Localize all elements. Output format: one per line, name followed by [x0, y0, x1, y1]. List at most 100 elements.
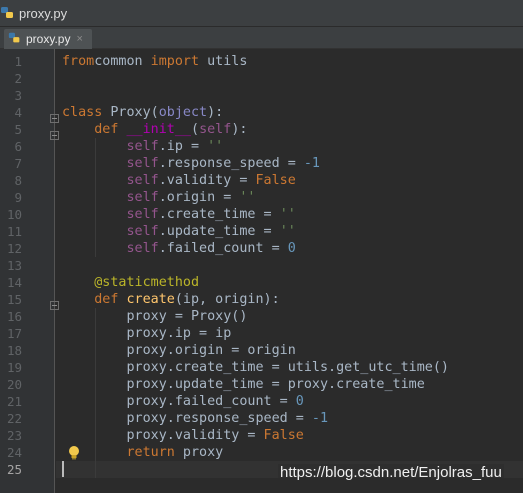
code-token: -1	[303, 156, 320, 171]
code-token: .failed_count =	[158, 241, 288, 256]
code-token: -1	[311, 411, 329, 426]
code-token: self	[126, 156, 159, 171]
code-line: return proxy	[62, 444, 224, 461]
code-line: proxy.response_speed = -1	[62, 410, 328, 427]
code-line: self.ip = ''	[62, 138, 224, 155]
code-token: .origin =	[158, 190, 240, 205]
code-token: proxy.failed_count =	[62, 394, 296, 409]
fold-icon[interactable]	[50, 125, 59, 140]
line-number: 22	[6, 411, 22, 426]
code-token: self	[126, 207, 159, 222]
code-token: class	[62, 105, 103, 120]
code-token: (	[191, 122, 200, 137]
code-token: def	[94, 292, 119, 307]
code-line: proxy.ip = ip	[62, 325, 231, 342]
code-token: .create_time =	[158, 207, 280, 222]
line-number: 23	[6, 428, 22, 443]
code-token: __init__	[126, 122, 192, 137]
line-number: 24	[6, 445, 22, 460]
line-number: 7	[14, 156, 22, 171]
code-token: object	[158, 105, 208, 120]
fold-icon[interactable]	[50, 108, 59, 123]
line-number: 12	[6, 241, 22, 256]
line-number: 19	[6, 360, 22, 375]
line-number: 20	[6, 377, 22, 392]
code-token: self	[126, 139, 159, 154]
code-token: proxy.validity =	[62, 428, 264, 443]
line-number: 13	[6, 258, 22, 273]
code-token: False	[263, 428, 304, 443]
fold-icon[interactable]	[50, 295, 59, 310]
line-number: 10	[6, 207, 22, 222]
code-line: def __init__(self):	[62, 121, 247, 138]
line-number: 8	[14, 173, 22, 188]
line-number: 4	[14, 105, 22, 120]
code-token: proxy.ip = ip	[62, 326, 232, 341]
code-line: self.create_time = ''	[62, 206, 296, 223]
code-line: proxy.update_time = proxy.create_time	[62, 376, 424, 393]
code-token: .ip =	[158, 139, 208, 154]
code-token: Proxy(	[102, 105, 159, 120]
line-number: 9	[14, 190, 22, 205]
line-number: 14	[6, 275, 22, 290]
code-token: .validity =	[158, 173, 256, 188]
code-token: common	[94, 54, 143, 69]
code-line: self.failed_count = 0	[62, 240, 296, 257]
code-token: ''	[279, 224, 296, 239]
window-titlebar: proxy.py	[0, 0, 523, 27]
code-editor[interactable]: 1 2 3 4 5 6 7 8 9 10 11 12 13 14 15 16 17 18 19 20 21 22 23 24 2…	[0, 49, 523, 493]
tab-proxy-py[interactable]: proxy.py ×	[4, 29, 92, 49]
window-title: proxy.py	[19, 5, 68, 21]
code-line: proxy = Proxy()	[62, 308, 247, 325]
python-file-icon	[0, 5, 16, 21]
editor-tab-bar: proxy.py ×	[0, 27, 523, 49]
code-token: ''	[279, 207, 296, 222]
code-token: proxy.response_speed =	[62, 411, 312, 426]
code-token: 0	[295, 394, 304, 409]
code-token: return	[126, 445, 175, 460]
close-icon[interactable]: ×	[76, 33, 82, 45]
code-token: False	[255, 173, 296, 188]
code-token: self	[126, 241, 159, 256]
code-line: self.response_speed = -1	[62, 155, 321, 172]
code-token: ):	[207, 105, 224, 120]
code-token: .response_speed =	[158, 156, 304, 171]
code-line: def create(ip, origin):	[62, 291, 280, 308]
line-number: 18	[6, 343, 22, 358]
code-line: class Proxy(object):	[62, 104, 223, 121]
code-token: utils	[199, 54, 248, 69]
code-token: proxy.create_time = utils.get_utc_time()	[62, 360, 449, 375]
python-file-icon	[8, 30, 22, 49]
code-token: self	[126, 224, 159, 239]
code-token: self	[126, 190, 159, 205]
text-caret	[62, 461, 64, 477]
code-token: ''	[207, 139, 224, 154]
code-token: (ip, origin):	[174, 292, 280, 307]
code-token: 0	[287, 241, 296, 256]
watermark: https://blog.csdn.net/Enjolras_fuu	[278, 464, 504, 481]
line-number: 25	[6, 462, 22, 477]
line-number: 5	[14, 122, 22, 137]
line-number: 15	[6, 292, 22, 307]
code-token: proxy.origin = origin	[62, 343, 296, 358]
code-token: from	[62, 54, 95, 69]
code-token: ''	[239, 190, 256, 205]
code-token: create	[126, 292, 175, 307]
code-line: self.validity = False	[62, 172, 296, 189]
code-line: @staticmethod	[62, 274, 199, 291]
code-token: proxy = Proxy()	[62, 309, 248, 324]
code-line: proxy.origin = origin	[62, 342, 296, 359]
code-token: ):	[231, 122, 248, 137]
lightbulb-icon[interactable]	[66, 444, 82, 461]
code-token: proxy	[174, 445, 224, 460]
line-number: 11	[6, 224, 22, 239]
code-line: proxy.create_time = utils.get_utc_time()	[62, 359, 449, 376]
